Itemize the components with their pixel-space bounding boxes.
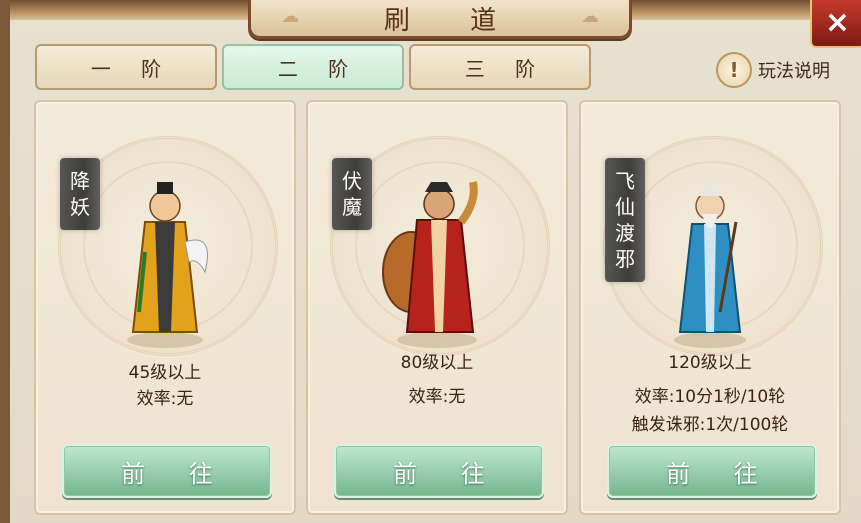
tab-tier-1[interactable]: 一 阶 xyxy=(35,44,217,90)
help-button[interactable]: ! 玩法说明 xyxy=(716,52,830,88)
go-button[interactable]: 前 往 xyxy=(334,444,544,498)
name-char: 飞 xyxy=(615,169,635,193)
title-plate: ☁ 刷 道 ☁ xyxy=(248,0,632,39)
efficiency-text: 效率:10分1秒/10轮 xyxy=(634,387,786,407)
cloud-ornament-icon: ☁ xyxy=(581,6,599,27)
name-banner: 飞 仙 渡 邪 xyxy=(605,158,645,282)
close-icon: × xyxy=(824,5,851,40)
efficiency-text: 效率:无 xyxy=(136,389,194,409)
go-button[interactable]: 前 往 xyxy=(62,444,272,498)
tier-tabs: 一 阶 二 阶 三 阶 xyxy=(35,44,591,90)
cloud-ornament-icon: ☁ xyxy=(281,6,299,27)
efficiency-text: 效率:无 xyxy=(408,387,466,407)
name-char: 妖 xyxy=(70,195,90,219)
card-feixian: 飞 仙 渡 邪 120级以上 效率:10分1秒/10轮 触发诛邪:1次/100轮… xyxy=(579,100,841,515)
name-char: 降 xyxy=(70,169,90,193)
help-label: 玩法说明 xyxy=(758,61,830,82)
exclamation-icon: ! xyxy=(716,52,752,88)
name-char: 邪 xyxy=(615,247,635,271)
card-xiangyao: 降 妖 45级以上 效率:无 前 往 xyxy=(34,100,296,515)
close-button[interactable]: × xyxy=(810,0,861,48)
name-char: 魔 xyxy=(342,195,362,219)
level-requirement: 120级以上 xyxy=(668,353,752,373)
go-button[interactable]: 前 往 xyxy=(607,444,817,498)
warrior-figure-icon xyxy=(382,181,478,348)
page-title: 刷 道 xyxy=(383,5,523,36)
name-char: 仙 xyxy=(615,195,635,219)
sage-figure-icon xyxy=(674,184,746,348)
name-banner: 伏 魔 xyxy=(332,158,372,230)
level-requirement: 80级以上 xyxy=(400,353,474,373)
name-char: 伏 xyxy=(342,169,362,193)
tab-tier-2[interactable]: 二 阶 xyxy=(222,44,404,90)
name-char: 渡 xyxy=(615,221,635,245)
name-banner: 降 妖 xyxy=(60,158,100,230)
trigger-text: 触发诛邪:1次/100轮 xyxy=(631,415,789,435)
tab-tier-3[interactable]: 三 阶 xyxy=(409,44,591,90)
card-fumo: 伏 魔 80级以上 效率:无 前 往 xyxy=(306,100,568,515)
taoist-figure-icon xyxy=(127,182,208,348)
level-requirement: 45级以上 xyxy=(128,363,202,383)
